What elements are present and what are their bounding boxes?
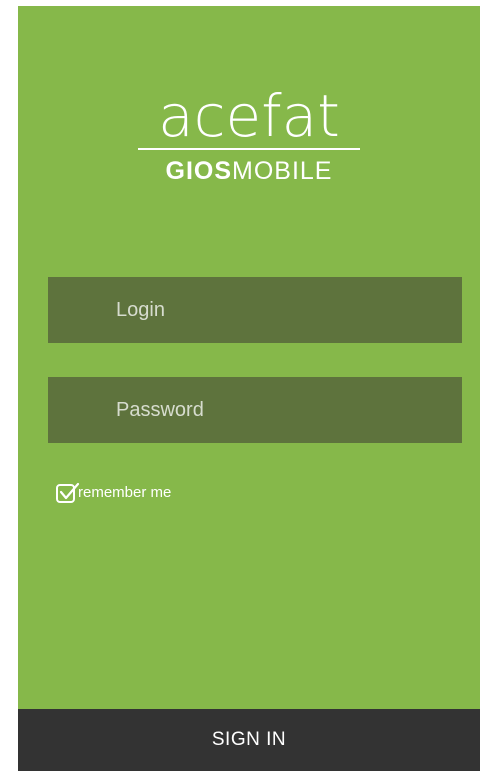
logo-subtitle-bold: GIOS	[165, 157, 233, 185]
sign-in-button[interactable]: SIGN IN	[18, 709, 480, 771]
login-placeholder: Login	[116, 298, 165, 321]
logo-subtitle: GIOSMOBILE	[18, 156, 480, 186]
remember-me-toggle[interactable]: remember me	[56, 482, 172, 503]
login-input[interactable]: Login	[48, 277, 462, 343]
logo-wordmark: acefat	[158, 82, 340, 150]
password-placeholder: Password	[116, 398, 204, 421]
sign-in-label: SIGN IN	[211, 729, 287, 750]
password-input[interactable]: Password	[48, 377, 462, 443]
app-logo: acefat GIOSMOBILE	[18, 86, 480, 186]
logo-subtitle-light: MOBILE	[232, 157, 333, 185]
login-screen: acefat GIOSMOBILE Login Password remembe…	[18, 6, 480, 771]
checkbox-checked-icon[interactable]	[56, 482, 80, 503]
remember-me-label: remember me	[78, 483, 172, 501]
